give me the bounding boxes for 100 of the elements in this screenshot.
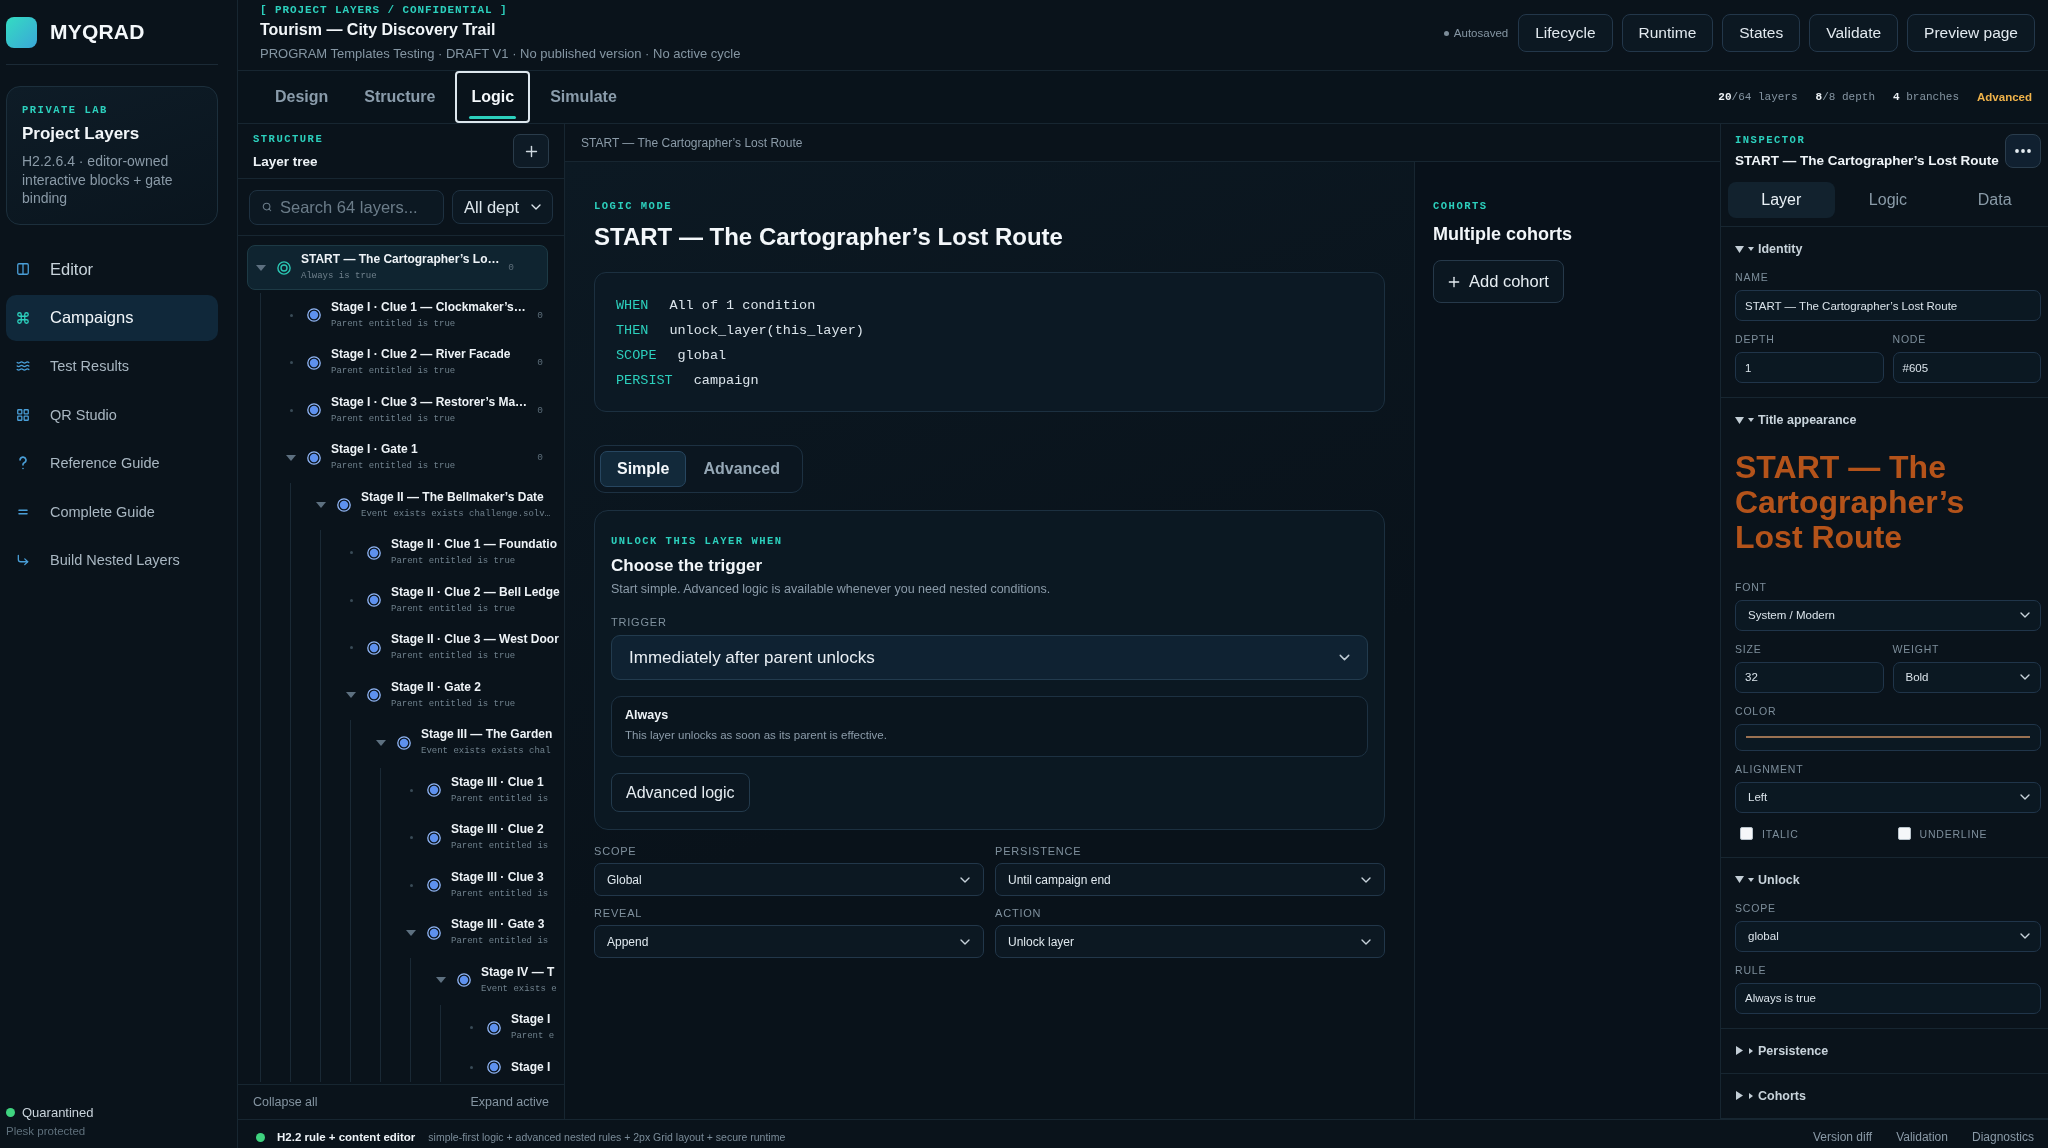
caret-icon[interactable] xyxy=(286,454,296,461)
input-field[interactable]: Always is true xyxy=(1735,982,2041,1014)
input-field[interactable]: 1 xyxy=(1735,352,1884,383)
status-link[interactable]: Version diff xyxy=(1813,1130,1873,1144)
layer-count: 0 xyxy=(536,309,543,321)
section-toggle[interactable]: Cohorts xyxy=(1735,1087,1806,1104)
tree-item[interactable]: Stage I · Clue 1 — Clockmaker’s… Parent entitled is true 0 xyxy=(277,292,564,338)
add-button[interactable] xyxy=(513,134,549,168)
caret-icon[interactable] xyxy=(346,692,356,698)
section-toggle[interactable]: Identity xyxy=(1735,241,1803,257)
tab[interactable]: Layer xyxy=(1728,182,1835,218)
card-description: Start simple. Advanced logic is available whenever you need nested conditions. xyxy=(611,581,1051,597)
tree-item[interactable]: Stage I · Clue 2 — River Facade Parent entitled is true 0 xyxy=(277,340,564,385)
add-cohort-button[interactable]: Add cohort xyxy=(1433,260,1564,303)
tree-item[interactable]: Stage II · Clue 2 — Bell Ledge Parent entitled is true xyxy=(337,577,564,623)
layer-title: Stage III · Clue 3 xyxy=(451,869,545,885)
nav-item[interactable]: Editor xyxy=(6,246,218,292)
segment-tab[interactable]: Simple xyxy=(600,451,687,487)
section-toggle[interactable]: Persistence xyxy=(1735,1042,1829,1059)
tree-item[interactable]: Stage III · Gate 3 Parent entitled is xyxy=(397,910,564,955)
caret-icon[interactable] xyxy=(406,929,416,936)
nav-item[interactable]: Test Results xyxy=(6,343,218,389)
layer-rule: Event exists exists chal xyxy=(421,745,552,758)
checkbox[interactable] xyxy=(1740,827,1753,840)
rule-value: All of 1 condition xyxy=(669,297,816,315)
tree-item[interactable]: Stage I · Clue 3 — Restorer’s Ma… Parent entitled is true 0 xyxy=(277,387,564,433)
more-button[interactable] xyxy=(2005,134,2041,168)
breadcrumb-label: [ PROJECT LAYERS / CONFIDENTIAL ] xyxy=(260,3,509,17)
footer-link[interactable]: Collapse all xyxy=(253,1095,318,1109)
caret-icon[interactable] xyxy=(316,502,326,508)
tree-item[interactable]: Stage I xyxy=(457,1052,564,1082)
layer-rule: Parent entitled is xyxy=(451,887,549,901)
nav-item[interactable]: Complete Guide xyxy=(6,488,218,535)
tab[interactable]: Data xyxy=(1941,182,2048,218)
section-toggle[interactable]: Unlock xyxy=(1735,871,1800,888)
tree-item[interactable]: Stage I Parent e xyxy=(457,1005,564,1050)
nav-item[interactable]: Build Nested Layers xyxy=(6,537,218,583)
header-button[interactable]: States xyxy=(1722,14,1801,52)
caret-icon[interactable] xyxy=(376,739,386,746)
card-title: Choose the trigger xyxy=(611,555,763,576)
input-field[interactable]: #605 xyxy=(1892,352,2041,383)
status-title: H2.2 rule + content editor xyxy=(277,1131,416,1143)
color-field[interactable] xyxy=(1735,723,2041,751)
layer-rule: Parent entitled is true xyxy=(391,555,517,568)
search-field[interactable]: Search 64 layers... xyxy=(249,189,444,225)
eyebrow-label: INSPECTOR xyxy=(1735,134,1807,147)
dropdown[interactable]: All dept xyxy=(452,190,553,224)
footer-link[interactable]: Expand active xyxy=(470,1095,549,1109)
tab[interactable]: Design xyxy=(259,71,345,123)
dot-icon xyxy=(289,361,293,364)
nav-item[interactable]: Reference Guide xyxy=(6,440,218,486)
node-icon xyxy=(427,925,441,940)
tree-item[interactable]: Stage IV — T Event exists e xyxy=(427,957,564,1003)
tree-item[interactable]: Stage III · Clue 3 Parent entitled is xyxy=(397,862,564,908)
header-button[interactable]: Validate xyxy=(1809,14,1899,52)
segment-tab[interactable]: Advanced xyxy=(686,451,797,487)
dropdown[interactable]: global xyxy=(1735,920,2041,952)
layer-rule: Parent entitled is true xyxy=(331,317,457,331)
tree-item[interactable]: Stage II · Clue 3 — West Door Parent entitled is true xyxy=(337,625,564,670)
secondary-button[interactable]: Advanced logic xyxy=(611,773,750,812)
status-link[interactable]: Diagnostics xyxy=(1971,1130,2034,1144)
dropdown[interactable]: Global xyxy=(594,863,984,896)
dropdown[interactable]: Append xyxy=(594,925,984,958)
tree-item[interactable]: Stage III — The Garden Event exists exists chal xyxy=(367,720,564,765)
checkbox[interactable] xyxy=(1897,827,1911,840)
header-button[interactable]: Lifecycle xyxy=(1518,14,1613,52)
nav-item[interactable]: QR Studio xyxy=(6,391,218,438)
eyebrow-label: STRUCTURE xyxy=(253,132,324,146)
tree-item[interactable]: Stage III · Clue 2 Parent entitled is xyxy=(397,815,564,860)
input-field[interactable]: START — The Cartographer’s Lost Route xyxy=(1735,290,2041,321)
layer-title: Stage I · Gate 1 xyxy=(331,442,419,457)
dropdown[interactable]: Until campaign end xyxy=(995,863,1385,896)
dropdown[interactable]: Unlock layer xyxy=(995,925,1385,958)
tab[interactable]: Logic xyxy=(455,71,531,123)
dropdown[interactable]: Bold xyxy=(1892,661,2041,693)
status-dot-icon xyxy=(6,1108,15,1117)
section-toggle[interactable]: Title appearance xyxy=(1735,412,1857,428)
tab[interactable]: Structure xyxy=(348,71,452,123)
tab[interactable]: Simulate xyxy=(534,71,633,123)
tree-item[interactable]: Stage II · Clue 1 — Foundatio Parent entitled is true xyxy=(337,530,564,575)
dropdown[interactable]: System / Modern xyxy=(1735,599,2041,631)
layer-rule: Always is true xyxy=(301,270,378,283)
tree-item[interactable]: Stage II — The Bellmaker’s Date Event exists exists challenge.solv… xyxy=(307,482,564,528)
header-button[interactable]: Preview page xyxy=(1907,14,2035,52)
header-button[interactable]: Runtime xyxy=(1621,14,1714,52)
tree-item[interactable]: Stage III · Clue 1 Parent entitled is xyxy=(397,767,564,813)
tree-item[interactable]: START — The Cartographer’s Lo… Always is true 0 xyxy=(247,245,548,290)
tree-item[interactable]: Stage II · Gate 2 Parent entitled is true xyxy=(337,672,564,718)
tree-item[interactable]: Stage I · Gate 1 Parent entitled is true 0 xyxy=(277,435,564,480)
caret-icon[interactable] xyxy=(436,977,446,983)
field-label: TRIGGER xyxy=(611,615,667,629)
caret-icon[interactable] xyxy=(256,264,266,271)
project-meta: PROGRAM Templates Testing · DRAFT V1 · No published version · No active cycle xyxy=(260,45,741,62)
status-link[interactable]: Validation xyxy=(1896,1130,1948,1144)
nav-item[interactable]: Campaigns xyxy=(6,294,218,341)
node-icon xyxy=(427,878,441,892)
dropdown[interactable]: Immediately after parent unlocks xyxy=(611,635,1368,680)
dropdown[interactable]: Left xyxy=(1735,781,2041,813)
input-field[interactable]: 32 xyxy=(1735,661,1884,693)
tab[interactable]: Logic xyxy=(1834,182,1942,218)
